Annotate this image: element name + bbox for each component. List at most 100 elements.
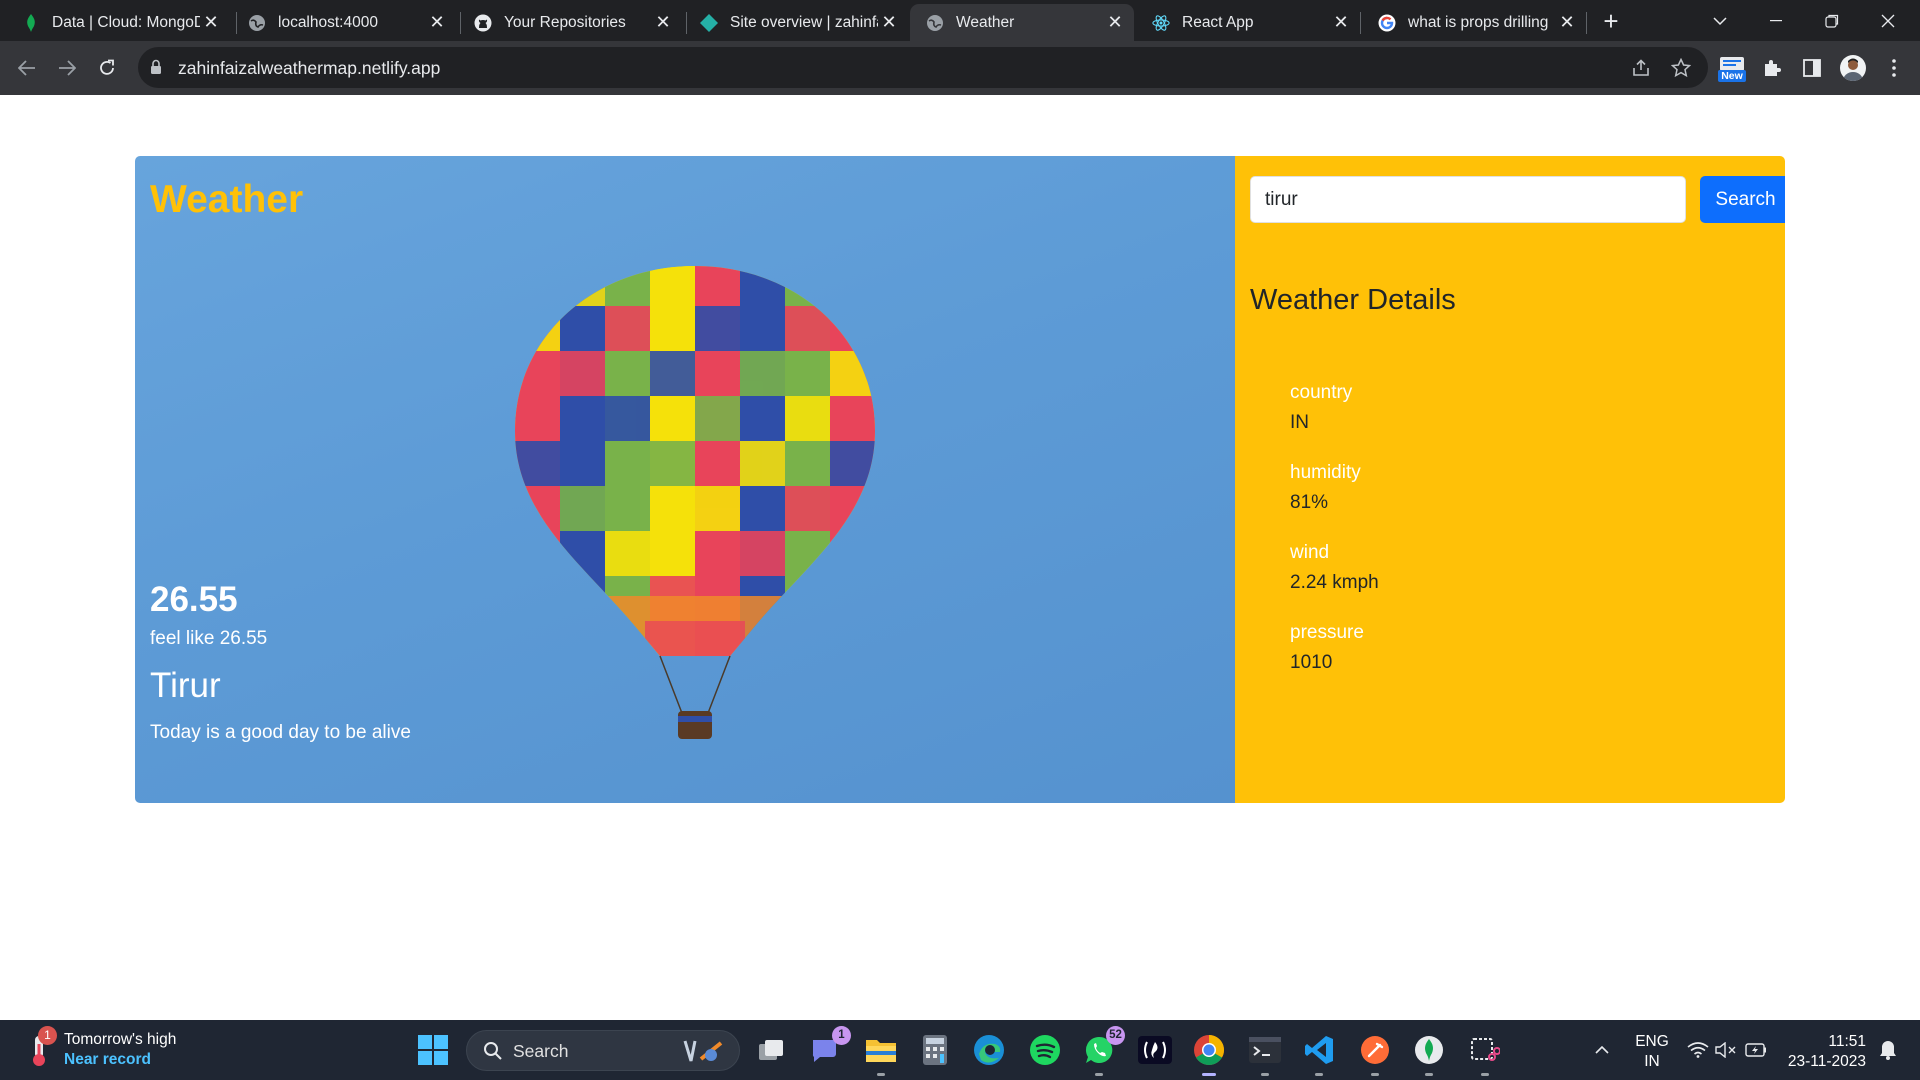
tab-search-chevron-icon[interactable]	[1692, 0, 1748, 41]
tab-title: Your Repositories	[504, 13, 626, 31]
tab-title: Data | Cloud: MongoDB	[52, 13, 200, 31]
tab-strip: Data | Cloud: MongoDB ✕ localhost:4000 ✕…	[0, 0, 1920, 41]
close-icon[interactable]: ✕	[200, 12, 222, 34]
new-tab-button[interactable]: +	[1598, 8, 1624, 35]
postman-icon[interactable]	[1358, 1033, 1392, 1076]
spotify-icon[interactable]	[1028, 1033, 1062, 1067]
running-indicator	[1481, 1073, 1489, 1076]
search-icon	[483, 1041, 503, 1066]
close-icon[interactable]: ✕	[1330, 12, 1352, 34]
close-window-button[interactable]	[1860, 0, 1916, 41]
more-menu-icon[interactable]	[1880, 54, 1908, 82]
detail-value: 81%	[1290, 492, 1329, 513]
mongodb-leaf-icon	[22, 13, 40, 32]
temperature-value: 26.55	[150, 580, 238, 619]
tab-title: Site overview | zahinfaizal	[730, 13, 878, 31]
chrome-icon[interactable]	[1192, 1033, 1226, 1076]
new-badge-label: New	[1721, 70, 1743, 82]
mongodb-compass-icon[interactable]	[1412, 1033, 1446, 1076]
tagline-text: Today is a good day to be alive	[150, 722, 411, 743]
detail-country: country IN	[1290, 382, 1379, 462]
detail-value: 2.24 kmph	[1290, 572, 1379, 593]
close-icon[interactable]: ✕	[1104, 12, 1126, 34]
minimize-button[interactable]	[1748, 0, 1804, 41]
hot-air-balloon-image	[515, 266, 875, 739]
detail-humidity: humidity 81%	[1290, 462, 1379, 542]
windows-start-icon[interactable]	[418, 1035, 448, 1065]
search-highlight-icon	[681, 1037, 727, 1070]
weather-hero-panel: Weather 26.55 feel like 26.55 Tirur Toda…	[135, 156, 1235, 803]
tab-title: what is props drilling	[1408, 13, 1549, 31]
teams-chat-icon[interactable]: 1	[808, 1026, 851, 1067]
close-icon[interactable]: ✕	[878, 12, 900, 34]
tab-title: React App	[1182, 13, 1254, 31]
app-title: Weather	[150, 178, 304, 221]
extensions-puzzle-icon[interactable]	[1758, 54, 1786, 82]
tab-localhost[interactable]: localhost:4000 ✕	[232, 4, 456, 41]
notification-badge: 1	[832, 1026, 851, 1045]
input-language-indicator[interactable]: ENG IN	[1632, 1032, 1672, 1072]
share-icon[interactable]	[1628, 55, 1654, 81]
city-search-input[interactable]	[1250, 176, 1686, 223]
chevron-up-icon[interactable]	[1590, 1020, 1614, 1080]
system-clock[interactable]: 11:51 23-11-2023	[1784, 1032, 1866, 1072]
running-indicator	[1095, 1073, 1103, 1076]
tab-weather[interactable]: Weather ✕	[910, 4, 1134, 41]
detail-label: wind	[1290, 542, 1330, 563]
wifi-icon[interactable]	[1684, 1020, 1712, 1080]
restore-button[interactable]	[1804, 0, 1860, 41]
extension-icon[interactable]: New	[1718, 55, 1746, 83]
notification-badge: 52	[1106, 1026, 1125, 1045]
weather-card: Weather 26.55 feel like 26.55 Tirur Toda…	[135, 156, 1785, 803]
close-icon[interactable]: ✕	[426, 12, 448, 34]
running-indicator	[1371, 1073, 1379, 1076]
terminal-icon[interactable]	[1248, 1033, 1282, 1076]
bookmark-star-icon[interactable]	[1668, 55, 1694, 81]
forward-arrow-icon[interactable]	[53, 54, 81, 82]
lock-icon[interactable]	[150, 59, 166, 77]
tab-github[interactable]: Your Repositories ✕	[458, 4, 682, 41]
whatsapp-icon[interactable]: 52	[1082, 1026, 1125, 1076]
task-view-icon[interactable]	[754, 1033, 788, 1067]
tab-google-search[interactable]: what is props drilling ✕	[1362, 4, 1586, 41]
tab-divider	[1586, 12, 1587, 34]
running-indicator	[1261, 1073, 1269, 1076]
notification-badge: 1	[38, 1026, 57, 1045]
file-explorer-icon[interactable]	[864, 1033, 898, 1076]
city-name: Tirur	[150, 666, 221, 705]
details-heading: Weather Details	[1250, 284, 1456, 316]
running-indicator	[1425, 1073, 1433, 1076]
address-bar[interactable]: zahinfaizalweathermap.netlify.app	[138, 47, 1708, 88]
profile-avatar[interactable]	[1840, 55, 1866, 81]
running-indicator	[1202, 1073, 1216, 1076]
tab-react-app[interactable]: React App ✕	[1136, 4, 1360, 41]
weather-widget[interactable]: 1 Tomorrow's high Near record	[24, 1026, 224, 1072]
weather-details-panel: Search Weather Details country IN humidi…	[1235, 156, 1785, 803]
close-icon[interactable]: ✕	[652, 12, 674, 34]
taskbar-search-box[interactable]: Search	[466, 1030, 740, 1071]
region-code: IN	[1644, 1053, 1660, 1070]
volume-muted-icon[interactable]	[1712, 1020, 1740, 1080]
url-text[interactable]: zahinfaizalweathermap.netlify.app	[178, 58, 440, 79]
calculator-icon[interactable]	[918, 1033, 952, 1067]
detail-label: humidity	[1290, 462, 1361, 483]
vscode-icon[interactable]	[1302, 1033, 1336, 1076]
globe-icon	[926, 14, 944, 32]
tab-mongodb[interactable]: Data | Cloud: MongoDB ✕	[6, 4, 230, 41]
battery-charging-icon[interactable]	[1742, 1020, 1770, 1080]
snipping-tool-icon[interactable]	[1468, 1033, 1502, 1076]
search-button[interactable]: Search	[1700, 176, 1785, 223]
details-list: country IN humidity 81% wind 2.24 kmph p…	[1290, 382, 1379, 702]
back-arrow-icon[interactable]	[13, 54, 41, 82]
tab-netlify[interactable]: Site overview | zahinfaizal ✕	[684, 4, 908, 41]
freecodecamp-icon[interactable]	[1138, 1033, 1172, 1067]
globe-icon	[248, 14, 266, 32]
side-panel-icon[interactable]	[1798, 54, 1826, 82]
close-icon[interactable]: ✕	[1556, 12, 1578, 34]
reload-icon[interactable]	[93, 54, 121, 82]
edge-browser-icon[interactable]	[972, 1033, 1006, 1067]
running-indicator	[877, 1073, 885, 1076]
clock-time: 11:51	[1828, 1033, 1866, 1050]
notification-bell-icon[interactable]	[1874, 1020, 1902, 1080]
detail-pressure: pressure 1010	[1290, 622, 1379, 702]
